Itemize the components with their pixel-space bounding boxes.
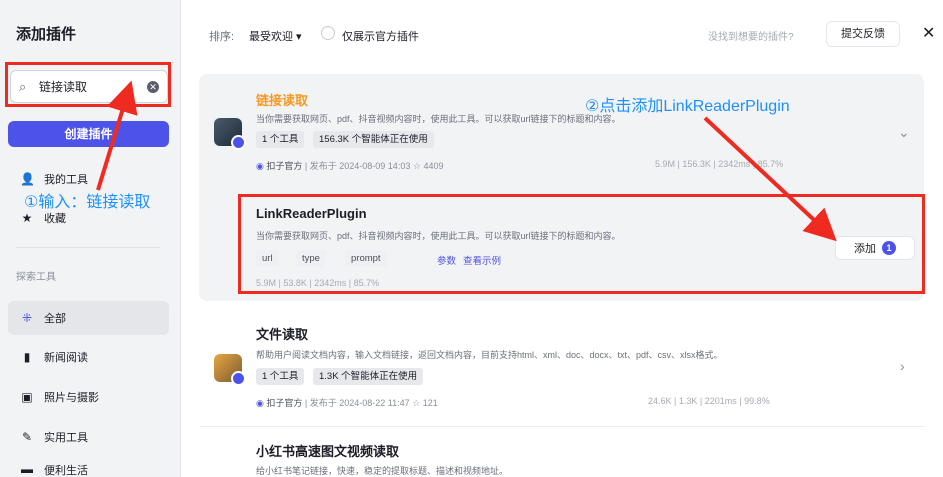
divider [200, 426, 925, 427]
sidebar-item-life[interactable]: ▬ 便利生活 [8, 458, 169, 477]
close-icon[interactable]: ✕ [922, 23, 935, 43]
cup-icon: ▬ [21, 462, 33, 476]
annotation-step2: ②点击添加LinkReaderPlugin [585, 98, 790, 115]
plugin-desc: 给小红书笔记链接，快速，稳定的提取标题、描述和视频地址。 [256, 466, 509, 476]
sort-dropdown[interactable]: 最受欢迎 ▾ [249, 28, 302, 44]
sidebar-item-label: 照片与摄影 [44, 392, 99, 404]
sidebar-item-news[interactable]: ▮ 新闻阅读 [8, 340, 169, 374]
favorite-count: 121 [422, 398, 438, 408]
sort-label: 排序: [209, 31, 235, 43]
sidebar-item-utilities[interactable]: ✎ 实用工具 [8, 420, 169, 454]
plugin-title[interactable]: 小红书高速图文视频读取 [256, 441, 399, 460]
annotation-step1: ①输入：链接读取 [24, 194, 151, 211]
publisher: 扣子官方 [266, 398, 303, 408]
sidebar-item-label: 实用工具 [44, 432, 88, 444]
usage-tag: 156.3K 个智能体正在使用 [313, 131, 434, 148]
user-icon: 👤 [20, 172, 35, 186]
meta-sep: | [304, 398, 308, 408]
plugin-logo-icon [214, 354, 246, 386]
official-only-radio[interactable] [321, 26, 335, 40]
sidebar-item-label: 全部 [44, 313, 66, 325]
annotation-box-search [5, 62, 171, 107]
plugin-logo-icon [214, 118, 246, 150]
chevron-down-icon[interactable]: ⌄ [898, 124, 910, 141]
not-found-text: 没找到想要的插件? [708, 32, 794, 43]
plugin-stats: 5.9M | 156.3K | 2342ms | 85.7% [655, 159, 784, 169]
sidebar-item-label: 我的工具 [44, 174, 88, 186]
news-icon: ▮ [23, 350, 31, 364]
official-icon: ◉ [256, 398, 264, 408]
tool-count-tag: 1 个工具 [256, 131, 305, 148]
image-icon: ▣ [21, 390, 33, 404]
plugin-title[interactable]: 链接读取 [256, 90, 308, 109]
plugin-stats: 24.6K | 1.3K | 2201ms | 99.8% [648, 396, 770, 406]
wrench-icon: ✎ [21, 430, 33, 444]
sidebar-item-all[interactable]: ⁜ 全部 [8, 301, 169, 335]
publish-date: 发布于 2024-08-22 11:47 [309, 398, 410, 408]
publish-date: 发布于 2024-08-09 14:03 [309, 161, 411, 171]
sidebar-item-photo[interactable]: ▣ 照片与摄影 [8, 380, 169, 414]
chevron-right-icon[interactable]: › [900, 358, 905, 374]
grid-icon: ⁜ [21, 311, 33, 325]
official-only-label[interactable]: 仅展示官方插件 [342, 28, 419, 44]
sidebar-item-label: 收藏 [44, 213, 66, 225]
feedback-button[interactable]: 提交反馈 [826, 21, 900, 47]
plugin-title[interactable]: 文件读取 [256, 324, 308, 343]
section-label: 探索工具 [16, 272, 56, 283]
sidebar-title: 添加插件 [16, 26, 77, 43]
annotation-box-tool [238, 194, 925, 294]
sidebar-item-label: 新闻阅读 [44, 352, 88, 364]
publisher: 扣子官方 [266, 161, 303, 171]
tool-count-tag: 1 个工具 [256, 368, 305, 385]
plugin-desc: 当你需要获取网页、pdf、抖音视频内容时，使用此工具。可以获取url链接下的标题… [256, 114, 621, 124]
official-icon: ◉ [256, 161, 264, 171]
divider [16, 247, 160, 248]
usage-tag: 1.3K 个智能体正在使用 [313, 368, 424, 385]
favorite-icon: ☆ [412, 398, 421, 408]
star-icon: ★ [21, 211, 33, 225]
favorite-icon: ☆ [412, 161, 421, 171]
create-plugin-button[interactable]: 创建插件 [8, 121, 169, 147]
plugin-desc: 帮助用户阅读文档内容，输入文档链接，返回文档内容，目前支持html、xml、do… [256, 350, 723, 360]
favorite-count: 4409 [423, 161, 444, 171]
meta-sep: | [304, 161, 308, 171]
sidebar-item-label: 便利生活 [44, 465, 88, 477]
